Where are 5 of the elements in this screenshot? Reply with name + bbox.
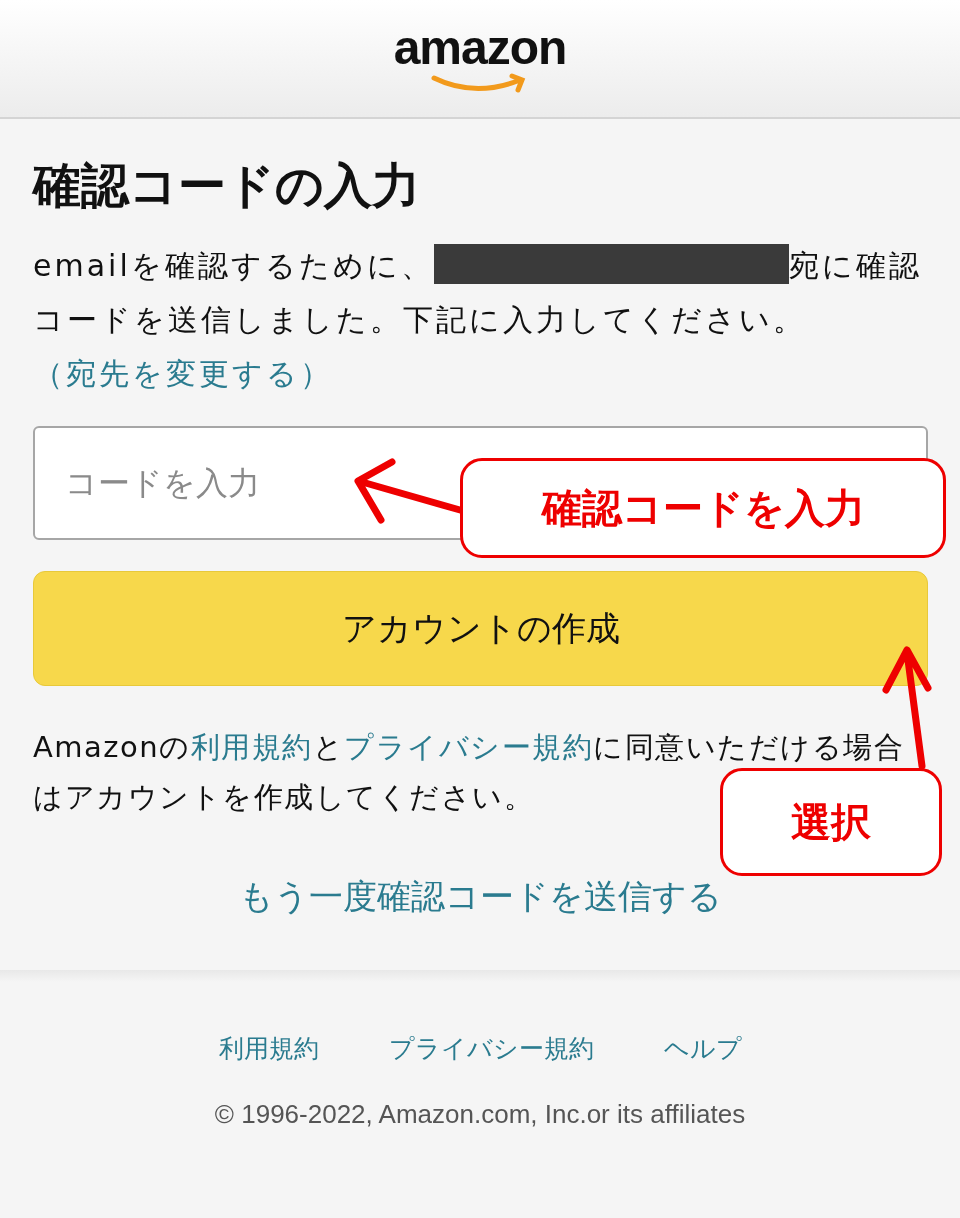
logo: amazon — [393, 24, 567, 72]
message-text: emailを確認するために、 宛に確認コードを送信しました。下記に入力してください。 （宛先を変更する） — [33, 239, 928, 401]
annotation-tooltip: 確認コードを入力 — [460, 458, 946, 558]
page-title: 確認コードの入力 — [33, 156, 421, 215]
copyright-text: © 1996-2022, Amazon.com, Inc.or its affiliates — [213, 1099, 747, 1130]
